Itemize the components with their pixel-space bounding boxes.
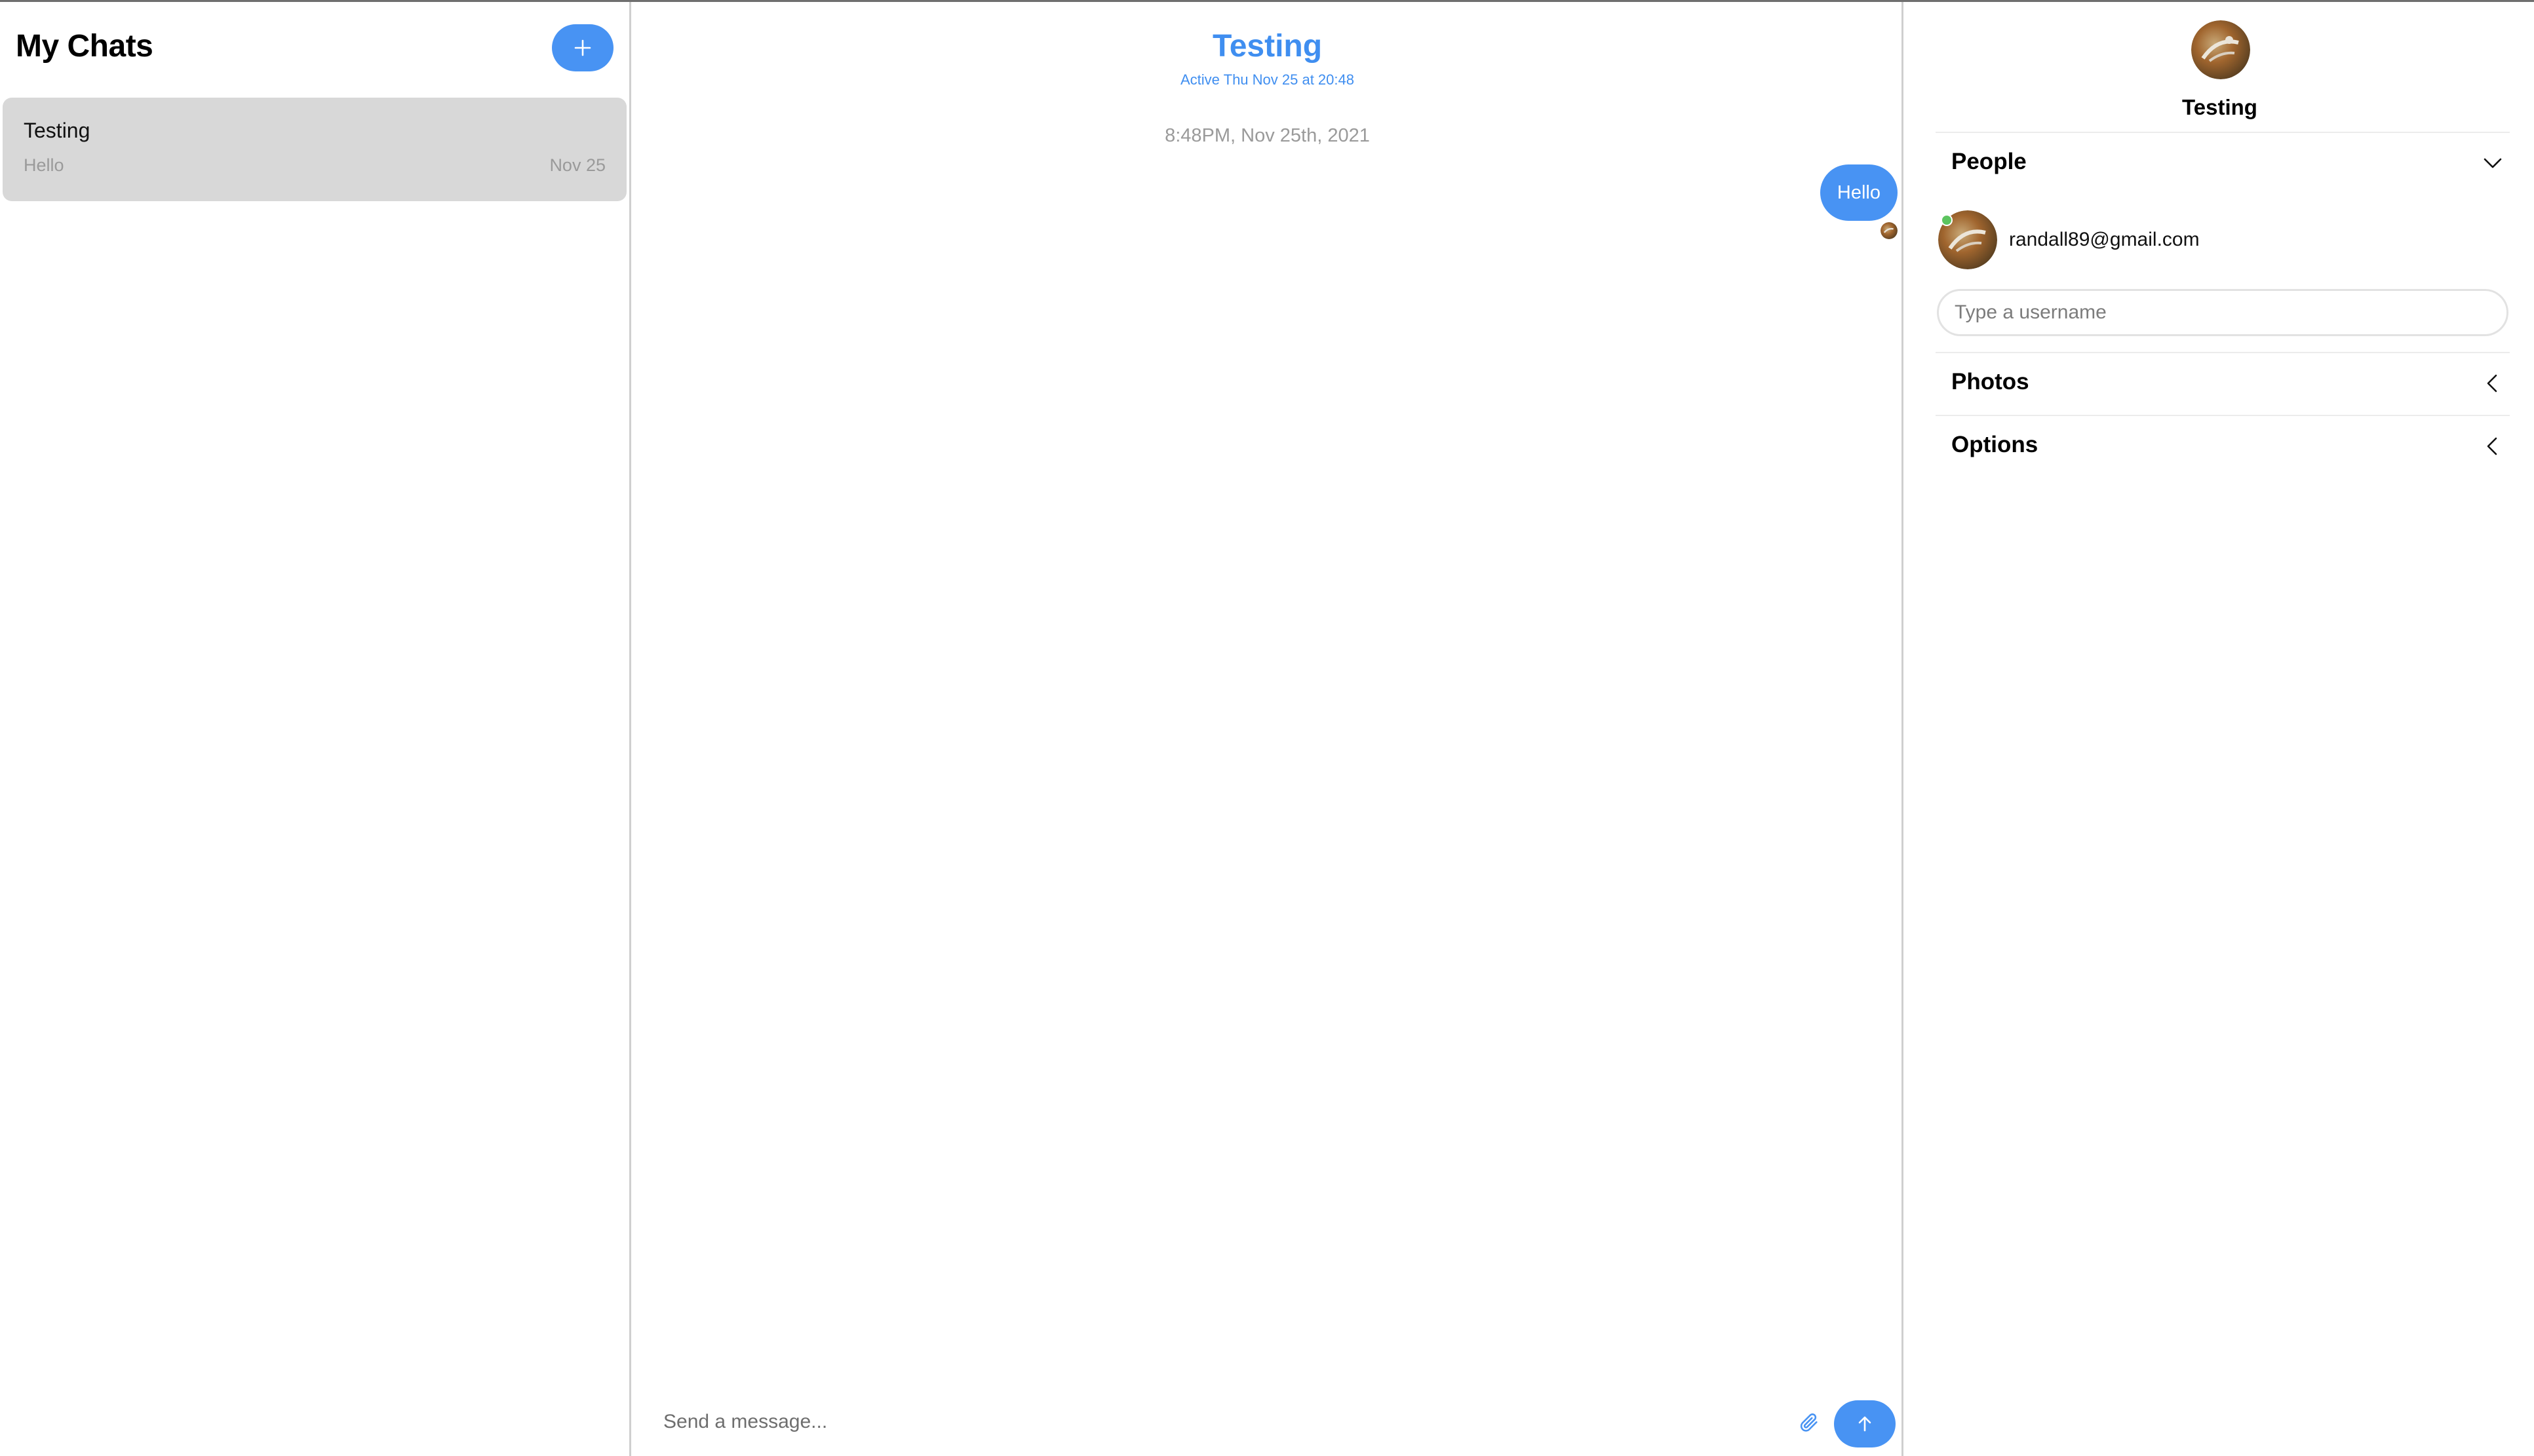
chat-card-date: Nov 25: [549, 155, 606, 175]
options-section-label: Options: [1951, 432, 2038, 457]
attach-button[interactable]: [1796, 1409, 1822, 1436]
chat-list-panel: My Chats Testing Hello Nov 25: [0, 2, 631, 1456]
message-bubble: Hello: [1820, 164, 1898, 221]
chevron-left-icon: [2487, 437, 2497, 455]
people-section-header[interactable]: People: [1936, 133, 2510, 192]
send-button[interactable]: [1834, 1400, 1896, 1447]
chat-card-title: Testing: [24, 119, 90, 142]
chat-details-title: Testing: [2182, 95, 2257, 119]
arrow-up-icon: [1858, 1416, 1871, 1432]
chat-card-preview: Hello: [24, 155, 64, 175]
new-chat-button[interactable]: [552, 24, 614, 71]
message-input[interactable]: [663, 1399, 1738, 1445]
conversation-title: Testing: [1212, 29, 1323, 64]
options-section-header[interactable]: Options: [1936, 416, 2510, 475]
person-email: randall89@gmail.com: [2009, 229, 2200, 250]
read-receipt-avatar: [1881, 222, 1898, 239]
online-status-indicator: [1941, 214, 1953, 226]
conversation-panel: Testing Active Thu Nov 25 at 20:48 8:48P…: [633, 2, 1903, 1456]
chat-app: My Chats Testing Hello Nov 25 Testing Ac…: [0, 0, 2534, 1456]
message-timestamp: 8:48PM, Nov 25th, 2021: [1165, 125, 1370, 146]
photos-section-label: Photos: [1951, 369, 2029, 394]
plus-icon: [574, 39, 591, 56]
person-row[interactable]: randall89@gmail.com: [1938, 210, 2508, 273]
username-input[interactable]: [1937, 289, 2508, 336]
chevron-down-icon: [2484, 158, 2502, 168]
conversation-status: Active Thu Nov 25 at 20:48: [1180, 71, 1354, 88]
chat-details-panel: Testing People randall89@gmail.com Type …: [1905, 2, 2534, 1456]
chat-card[interactable]: Testing Hello Nov 25: [3, 98, 627, 201]
chat-list-title: My Chats: [16, 29, 153, 64]
paperclip-icon: [1800, 1413, 1818, 1432]
chat-avatar: [2191, 20, 2250, 79]
photos-section-header[interactable]: Photos: [1936, 353, 2510, 412]
people-section-label: People: [1951, 149, 2027, 174]
chevron-left-icon: [2487, 374, 2497, 393]
message-composer: [633, 1386, 1901, 1456]
